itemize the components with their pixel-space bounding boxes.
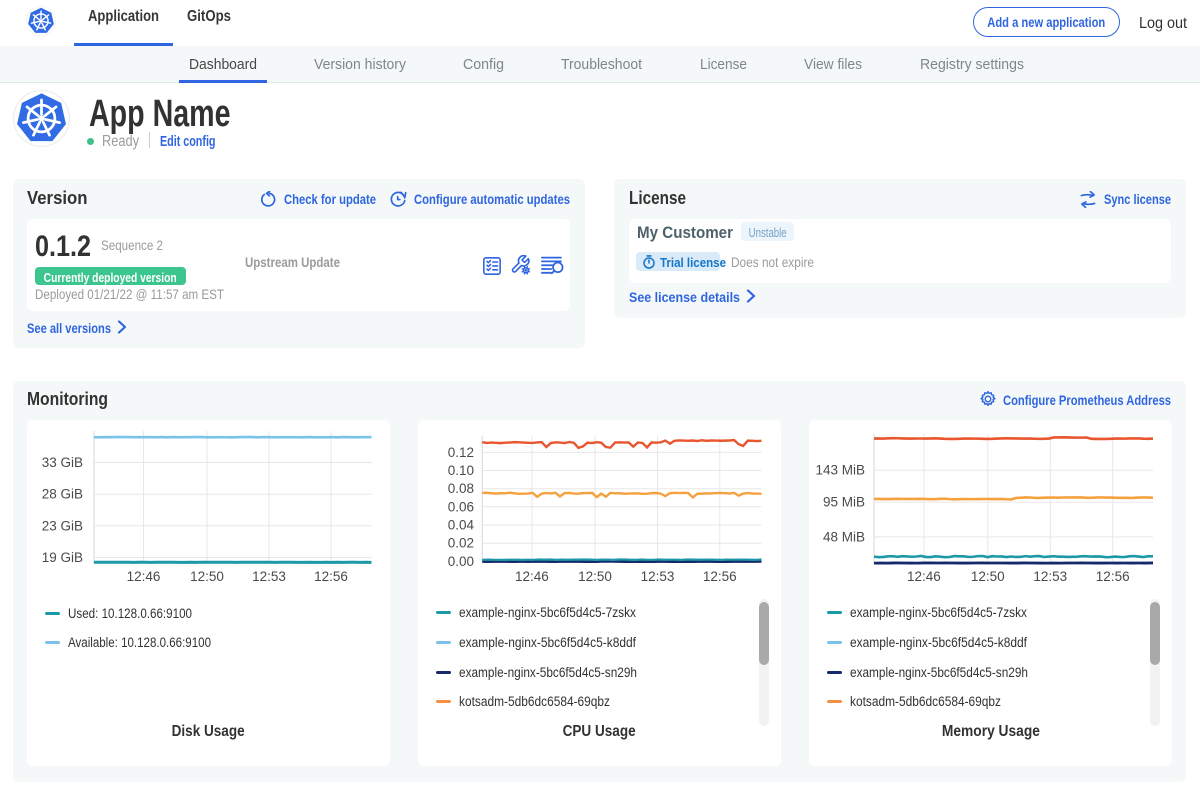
- svg-text:0.06: 0.06: [448, 499, 474, 514]
- svg-text:12:50: 12:50: [578, 569, 612, 584]
- svg-text:143 MiB: 143 MiB: [815, 463, 865, 478]
- svg-text:12:53: 12:53: [252, 569, 286, 584]
- svg-text:12:53: 12:53: [641, 569, 675, 584]
- svg-text:12:46: 12:46: [127, 569, 161, 584]
- svg-text:0.12: 0.12: [448, 445, 474, 460]
- svg-text:12:56: 12:56: [1096, 569, 1130, 584]
- svg-text:12:46: 12:46: [907, 569, 941, 584]
- svg-text:23 GiB: 23 GiB: [42, 518, 83, 533]
- svg-text:12:46: 12:46: [515, 569, 549, 584]
- svg-text:12:50: 12:50: [971, 569, 1005, 584]
- svg-text:12:50: 12:50: [190, 569, 224, 584]
- svg-text:0.10: 0.10: [448, 463, 474, 478]
- svg-text:48 MiB: 48 MiB: [823, 529, 865, 544]
- svg-text:0.08: 0.08: [448, 481, 474, 496]
- svg-text:95 MiB: 95 MiB: [823, 495, 865, 510]
- svg-text:19 GiB: 19 GiB: [42, 550, 83, 565]
- svg-text:12:56: 12:56: [703, 569, 737, 584]
- svg-text:12:56: 12:56: [314, 569, 348, 584]
- svg-text:12:53: 12:53: [1033, 569, 1067, 584]
- svg-text:33 GiB: 33 GiB: [42, 455, 83, 470]
- svg-text:0.04: 0.04: [448, 518, 475, 533]
- svg-text:0.00: 0.00: [448, 554, 474, 569]
- svg-text:0.02: 0.02: [448, 536, 474, 551]
- svg-text:28 GiB: 28 GiB: [42, 487, 83, 502]
